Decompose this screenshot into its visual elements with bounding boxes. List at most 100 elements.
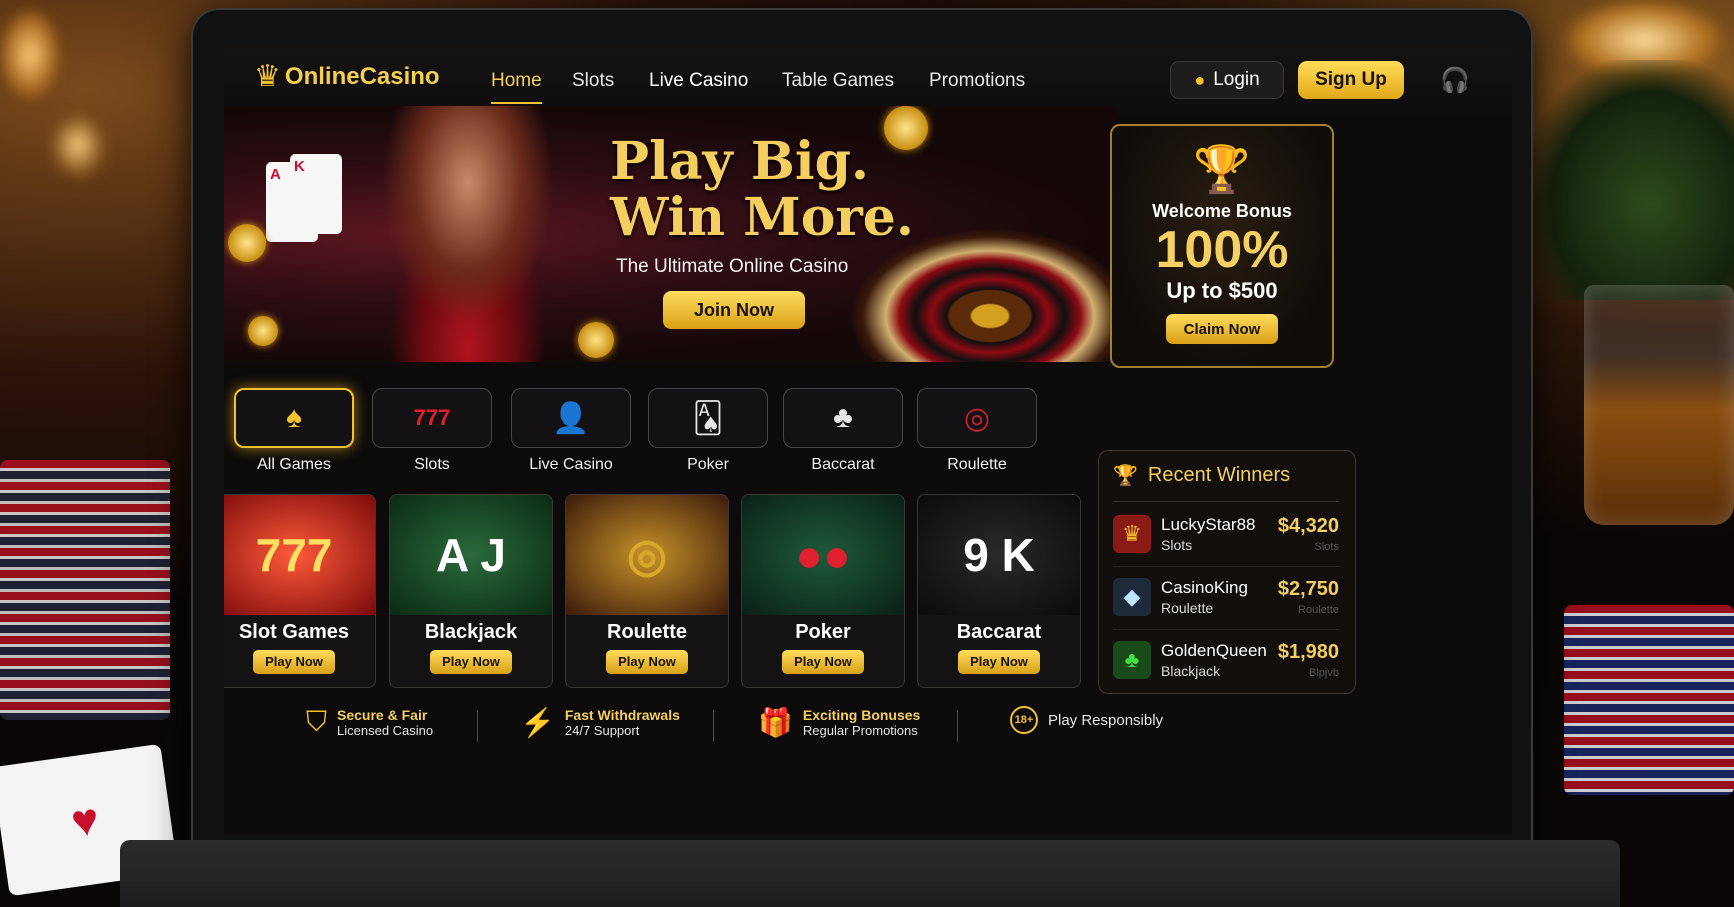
dealer-icon: 👤 xyxy=(552,401,590,435)
age-18-badge: 18+ xyxy=(1010,706,1038,734)
winner-row: ♣ GoldenQueen Blackjack $1,980 Blpjvb xyxy=(1113,631,1339,693)
hero-model-image xyxy=(358,106,578,362)
headset-support-icon[interactable]: 🎧 xyxy=(1440,66,1470,95)
nav-table-games[interactable]: Table Games xyxy=(782,70,894,92)
bonus-percent: 100% xyxy=(1155,221,1289,279)
divider xyxy=(713,710,714,742)
category-live-casino[interactable]: 👤 xyxy=(511,388,631,448)
signup-button[interactable]: Sign Up xyxy=(1298,61,1404,99)
whiskey-glass xyxy=(1584,285,1734,525)
category-roulette[interactable]: ◎ xyxy=(917,388,1037,448)
hero-tagline: The Ultimate Online Casino xyxy=(616,256,849,277)
play-now-button[interactable]: Play Now xyxy=(606,650,688,674)
winner-row: ♛ LuckyStar88 Slots $4,320 Slots xyxy=(1113,505,1339,567)
game-card-roulette[interactable]: ◎ Roulette Play Now xyxy=(565,494,729,688)
headline-line-2: Win More. xyxy=(610,187,914,248)
user-icon: ● xyxy=(1194,69,1206,90)
screen: ♛ OnlineCasino Home Slots Live Casino Ta… xyxy=(224,46,1512,834)
feature-title: Fast Withdrawals xyxy=(564,707,680,723)
claim-now-button[interactable]: Claim Now xyxy=(1166,314,1278,344)
winner-amount: $2,750 xyxy=(1277,578,1339,600)
play-now-button[interactable]: Play Now xyxy=(958,650,1040,674)
winners-title: Recent Winners xyxy=(1147,464,1291,486)
winner-game: Roulette xyxy=(1161,600,1214,616)
game-card-poker[interactable]: ●● Poker Play Now xyxy=(741,494,905,688)
nav-promotions[interactable]: Promotions xyxy=(929,70,1025,92)
cards-icon: 🂡 xyxy=(692,401,724,435)
winner-game: Blackjack xyxy=(1161,663,1221,679)
game-title: Poker xyxy=(795,621,851,643)
game-title: Roulette xyxy=(607,621,687,643)
feature-sub: 24/7 Support xyxy=(564,723,640,738)
gift-icon: 🎁 xyxy=(758,707,793,738)
category-slots[interactable]: 777 xyxy=(372,388,492,448)
clover-icon: ♣ xyxy=(1113,641,1151,679)
feature-bonuses: 🎁 Exciting Bonuses Regular Promotions xyxy=(758,706,920,739)
game-title: Blackjack xyxy=(424,621,518,643)
chip-stack-right xyxy=(1564,605,1734,795)
category-label: Live Casino xyxy=(529,456,613,473)
divider xyxy=(1113,566,1339,567)
play-now-button[interactable]: Play Now xyxy=(782,650,864,674)
category-all-games[interactable]: ♠ xyxy=(234,388,354,448)
winner-name: GoldenQueen xyxy=(1161,641,1267,660)
trophy-icon: 🏆 xyxy=(1113,465,1138,487)
hero-headline: Play Big. Win More. xyxy=(610,134,914,246)
game-card-slots[interactable]: 777 Slot Games Play Now xyxy=(224,494,376,688)
game-art: A J xyxy=(390,495,552,615)
spade-icon: ♠ xyxy=(286,401,302,434)
scene: ♥ ♛ OnlineCasino Home Slots Live Casino … xyxy=(0,0,1734,907)
winner-game: Slots xyxy=(1161,537,1193,553)
hero-banner: A K Play Big. Win More. The Ultimate Onl… xyxy=(224,106,1118,362)
winner-row: ◆ CasinoKing Roulette $2,750 Roulette xyxy=(1113,568,1339,630)
roulette-wheel-icon: ◎ xyxy=(963,401,991,435)
nav-slots[interactable]: Slots xyxy=(572,70,614,92)
category-label: Slots xyxy=(414,456,450,473)
hero-cards: A K xyxy=(266,154,346,244)
feature-withdrawals: ⚡ Fast Withdrawals 24/7 Support xyxy=(520,706,680,739)
crown-icon: ♛ xyxy=(254,60,281,93)
crown-icon: ♛ xyxy=(1113,515,1151,553)
category-baccarat[interactable]: ♣ xyxy=(783,388,903,448)
card-king: K xyxy=(290,154,342,234)
join-now-button[interactable]: Join Now xyxy=(663,291,805,329)
winner-game-faded: Slots xyxy=(1314,541,1339,553)
category-poker[interactable]: 🂡 xyxy=(648,388,768,448)
winner-game-faded: Roulette xyxy=(1298,604,1339,616)
plant xyxy=(1524,60,1734,300)
nav-live-casino[interactable]: Live Casino xyxy=(649,70,748,92)
feature-responsible: 18+ Play Responsibly xyxy=(1010,706,1163,734)
lamp-left-lower xyxy=(48,110,108,180)
divider xyxy=(1113,501,1339,502)
club-icon: ♣ xyxy=(833,401,853,434)
category-label: Roulette xyxy=(947,456,1007,473)
slot-777-icon: 777 xyxy=(413,405,451,430)
coin-icon xyxy=(228,224,266,262)
play-now-button[interactable]: Play Now xyxy=(430,650,512,674)
login-button[interactable]: ● Login xyxy=(1170,61,1284,99)
bonus-label: Welcome Bonus xyxy=(1152,201,1292,221)
nav-home[interactable]: Home xyxy=(491,70,542,104)
laptop-keyboard xyxy=(120,840,1620,907)
feature-sub: Regular Promotions xyxy=(802,723,918,738)
game-card-blackjack[interactable]: A J Blackjack Play Now xyxy=(389,494,553,688)
divider xyxy=(477,710,478,742)
winner-game-faded: Blpjvb xyxy=(1309,667,1339,679)
game-title: Slot Games xyxy=(238,621,350,643)
game-card-baccarat[interactable]: 9 K Baccarat Play Now xyxy=(917,494,1081,688)
diamond-icon: ◆ xyxy=(1113,578,1151,616)
winner-amount: $1,980 xyxy=(1277,641,1339,663)
play-now-button[interactable]: Play Now xyxy=(253,650,335,674)
recent-winners-panel: 🏆 Recent Winners ♛ LuckyStar88 Slots $4,… xyxy=(1098,450,1356,694)
category-label: All Games xyxy=(257,456,331,473)
lightning-icon: ⚡ xyxy=(520,707,555,738)
game-art: ◎ xyxy=(566,495,728,615)
headline-line-1: Play Big. xyxy=(610,131,870,192)
winner-name: LuckyStar88 xyxy=(1161,515,1256,534)
game-title: Baccarat xyxy=(956,621,1042,643)
category-label: Baccarat xyxy=(811,456,875,473)
logo[interactable]: ♛ OnlineCasino xyxy=(254,62,440,92)
lamp-left xyxy=(0,10,60,100)
feature-secure: ⛉ Secure & Fair Licensed Casino xyxy=(306,706,433,739)
logo-text: OnlineCasino xyxy=(284,63,440,90)
